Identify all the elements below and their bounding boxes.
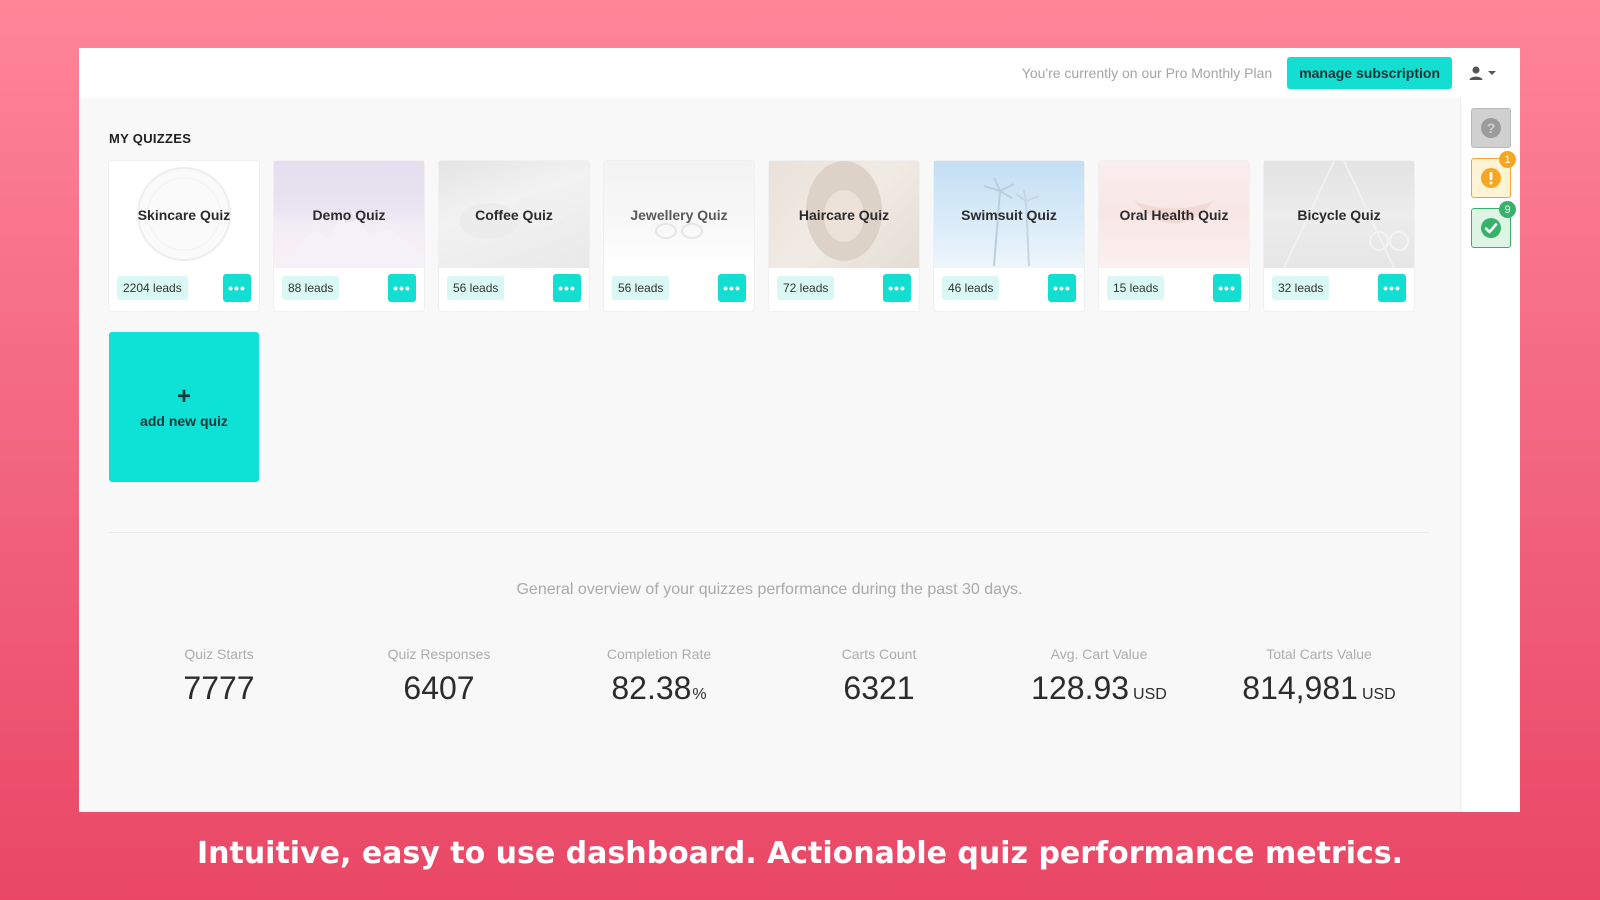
leads-badge: 56 leads [447,276,505,300]
right-rail: ? 1 9 [1460,98,1520,812]
metric-completion-rate: Completion Rate 82.38% [549,646,769,707]
metric-quiz-starts: Quiz Starts 7777 [109,646,329,707]
metric-label: Total Carts Value [1266,646,1372,662]
more-options-button[interactable]: ••• [1378,274,1406,302]
metric-value: 82.38 [611,670,692,706]
quiz-title: Oral Health Quiz [1119,206,1229,223]
quiz-title: Coffee Quiz [475,206,553,223]
metric-value: 6407 [403,670,475,706]
metric-avg-cart-value: Avg. Cart Value 128.93 USD [989,646,1209,707]
quiz-title: Jewellery Quiz [630,206,728,223]
quiz-card[interactable]: Swimsuit Quiz 46 leads ••• [934,161,1084,311]
completed-count-badge: 9 [1499,201,1516,218]
more-options-button[interactable]: ••• [883,274,911,302]
quiz-thumbnail: Bicycle Quiz [1264,161,1414,268]
quiz-card[interactable]: Haircare Quiz 72 leads ••• [769,161,919,311]
metric-total-carts-value: Total Carts Value 814,981 USD [1209,646,1429,707]
metric-label: Quiz Starts [184,646,254,662]
more-options-button[interactable]: ••• [223,274,251,302]
metric-value: 128.93 [1031,670,1130,706]
quiz-card[interactable]: Coffee Quiz 56 leads ••• [439,161,589,311]
leads-badge: 72 leads [777,276,835,300]
quiz-title: Demo Quiz [312,206,386,223]
quiz-card[interactable]: Jewellery Quiz 56 leads ••• [604,161,754,311]
quiz-grid: Skincare Quiz 2204 leads ••• Demo Quiz 8… [109,161,1429,311]
metric-value: 814,981 [1242,670,1358,706]
metric-unit: USD [1133,686,1167,703]
more-options-button[interactable]: ••• [553,274,581,302]
user-icon [1469,66,1483,80]
quiz-title: Haircare Quiz [798,206,890,223]
metric-value-wrap: 6407 [329,670,549,707]
quiz-card[interactable]: Bicycle Quiz 32 leads ••• [1264,161,1414,311]
user-menu[interactable] [1468,65,1496,81]
metric-value-wrap: 128.93 USD [989,670,1209,707]
leads-badge: 88 leads [282,276,340,300]
quiz-title: Bicycle Quiz [1297,206,1381,223]
more-options-button[interactable]: ••• [1048,274,1076,302]
plus-icon: + [176,383,191,410]
leads-badge: 32 leads [1272,276,1330,300]
svg-text:?: ? [1487,120,1496,136]
metric-label: Completion Rate [606,646,712,662]
quiz-title: Swimsuit Quiz [961,206,1057,223]
quiz-thumbnail: Jewellery Quiz [604,161,754,268]
dashboard-window: You're currently on our Pro Monthly Plan… [79,48,1520,812]
add-new-quiz-button[interactable]: + add new quiz [109,332,259,482]
alerts-count-badge: 1 [1499,151,1516,168]
add-new-quiz-label: add new quiz [140,413,228,429]
section-title: MY QUIZZES [109,131,192,146]
warning-icon [1481,168,1501,188]
quiz-card[interactable]: Oral Health Quiz 15 leads ••• [1099,161,1249,311]
top-bar: You're currently on our Pro Monthly Plan… [79,48,1520,98]
metric-label: Quiz Responses [387,646,491,662]
section-divider [109,532,1429,533]
more-options-button[interactable]: ••• [388,274,416,302]
metric-value-wrap: 82.38% [549,670,769,707]
plan-status-text: You're currently on our Pro Monthly Plan [1021,65,1273,81]
leads-badge: 56 leads [612,276,670,300]
metric-unit: % [692,686,707,703]
leads-badge: 15 leads [1107,276,1165,300]
metric-label: Carts Count [841,646,917,662]
promo-caption: Intuitive, easy to use dashboard. Action… [196,836,1404,871]
metric-value-wrap: 6321 [769,670,989,707]
leads-badge: 46 leads [942,276,1000,300]
more-options-button[interactable]: ••• [718,274,746,302]
alerts-button[interactable]: 1 [1471,151,1516,198]
quiz-title: Skincare Quiz [137,206,231,223]
quiz-card[interactable]: Demo Quiz 88 leads ••• [274,161,424,311]
more-options-button[interactable]: ••• [1213,274,1241,302]
quiz-thumbnail: Haircare Quiz [769,161,919,268]
quiz-thumbnail: Oral Health Quiz [1099,161,1249,268]
chevron-down-icon [1488,71,1496,75]
metric-value-wrap: 814,981 USD [1209,670,1429,707]
metric-value-wrap: 7777 [109,670,329,707]
help-button[interactable]: ? [1471,108,1511,148]
overview-description: General overview of your quizzes perform… [516,581,1023,598]
quiz-thumbnail: Swimsuit Quiz [934,161,1084,268]
metric-quiz-responses: Quiz Responses 6407 [329,646,549,707]
completed-button[interactable]: 9 [1471,201,1516,248]
metric-carts-count: Carts Count 6321 [769,646,989,707]
question-icon: ? [1481,118,1501,138]
quiz-card[interactable]: Skincare Quiz 2204 leads ••• [109,161,259,311]
check-circle-icon [1481,218,1501,238]
quiz-thumbnail: Demo Quiz [274,161,424,268]
metric-label: Avg. Cart Value [1050,646,1148,662]
quiz-thumbnail: Skincare Quiz [109,161,259,268]
metric-value: 6321 [843,670,915,706]
metric-value: 7777 [183,670,255,706]
manage-subscription-button[interactable]: manage subscription [1287,57,1452,89]
leads-badge: 2204 leads [117,276,188,300]
metric-unit: USD [1361,686,1396,703]
quiz-thumbnail: Coffee Quiz [439,161,589,268]
